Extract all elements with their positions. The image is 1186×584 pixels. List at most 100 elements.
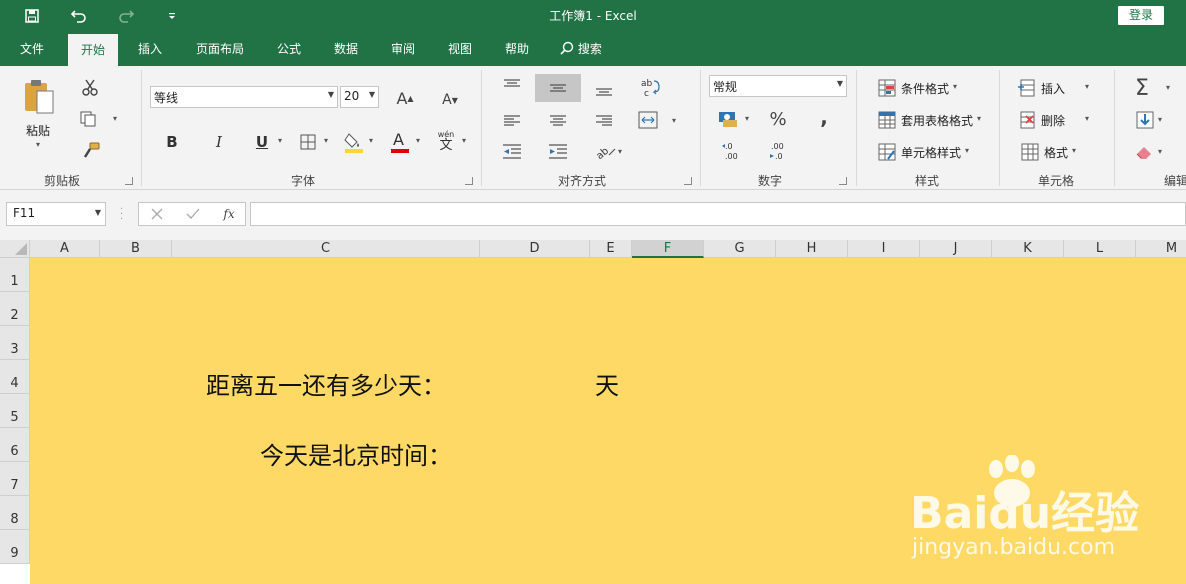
column-header-g[interactable]: G — [704, 240, 776, 258]
tab-review[interactable]: 审阅 — [391, 40, 415, 57]
format-as-table-label[interactable]: 套用表格格式 — [901, 112, 973, 129]
format-cells-icon[interactable] — [1020, 142, 1040, 162]
number-format-select[interactable]: 常规 ▼ — [709, 75, 847, 97]
insert-cells-label[interactable]: 插入 — [1041, 80, 1065, 97]
conditional-format-label[interactable]: 条件格式 — [901, 80, 949, 97]
cancel-entry-icon[interactable] — [149, 206, 165, 222]
insert-cells-icon[interactable] — [1016, 78, 1036, 98]
alignment-launcher-icon[interactable] — [684, 177, 692, 185]
cell-styles-icon[interactable] — [877, 142, 897, 162]
align-middle-icon[interactable] — [535, 74, 581, 102]
format-cells-dropdown-icon[interactable]: ▾ — [1072, 146, 1076, 155]
underline-button[interactable]: U — [252, 132, 272, 152]
tab-help[interactable]: 帮助 — [505, 40, 529, 57]
decrease-font-icon[interactable]: A ▼ — [439, 90, 461, 110]
decrease-decimal-icon[interactable]: .00.0 — [764, 140, 790, 162]
column-header-d[interactable]: D — [480, 240, 590, 258]
orientation-wrap-icon[interactable]: ab c — [636, 76, 664, 100]
merge-center-icon[interactable] — [636, 109, 660, 131]
row-header-8[interactable]: 8 — [0, 496, 30, 530]
phonetic-dropdown-icon[interactable]: ▾ — [462, 136, 466, 145]
decrease-indent-icon[interactable] — [500, 142, 524, 162]
align-top-icon[interactable] — [500, 76, 524, 94]
cell-e4[interactable]: 天 — [595, 366, 619, 401]
format-painter-icon[interactable] — [80, 140, 102, 162]
text-direction-dropdown-icon[interactable]: ▾ — [618, 147, 622, 156]
bold-button[interactable]: B — [162, 132, 182, 152]
align-center-icon[interactable] — [546, 112, 570, 130]
conditional-format-dropdown-icon[interactable]: ▾ — [953, 82, 957, 91]
format-as-table-icon[interactable] — [877, 110, 897, 130]
delete-cells-label[interactable]: 删除 — [1041, 112, 1065, 129]
align-left-icon[interactable] — [500, 112, 524, 130]
font-name-select[interactable]: 等线 ▼ — [150, 86, 338, 108]
tab-insert[interactable]: 插入 — [138, 40, 162, 57]
row-header-1[interactable]: 1 — [0, 258, 30, 292]
cell-styles-label[interactable]: 单元格样式 — [901, 144, 961, 161]
fill-color-icon[interactable] — [342, 130, 366, 154]
tab-file[interactable]: 文件 — [20, 40, 44, 57]
column-header-m[interactable]: M — [1136, 240, 1186, 258]
underline-dropdown-icon[interactable]: ▾ — [278, 136, 282, 145]
align-right-icon[interactable] — [592, 112, 616, 130]
cell-styles-dropdown-icon[interactable]: ▾ — [965, 146, 969, 155]
format-cells-label[interactable]: 格式 — [1044, 144, 1068, 161]
delete-cells-dropdown-icon[interactable]: ▾ — [1085, 114, 1089, 123]
row-header-6[interactable]: 6 — [0, 428, 30, 462]
paste-dropdown-icon[interactable]: ▾ — [36, 140, 40, 149]
column-header-e[interactable]: E — [590, 240, 632, 258]
format-as-table-dropdown-icon[interactable]: ▾ — [977, 114, 981, 123]
formula-input[interactable] — [250, 202, 1186, 226]
tab-page-layout[interactable]: 页面布局 — [196, 40, 244, 57]
paste-icon[interactable] — [18, 76, 60, 118]
login-button[interactable]: 登录 — [1118, 6, 1164, 25]
column-header-j[interactable]: J — [920, 240, 992, 258]
clipboard-launcher-icon[interactable] — [125, 177, 133, 185]
name-box[interactable]: F11 ▼ — [6, 202, 106, 226]
tab-data[interactable]: 数据 — [334, 40, 358, 57]
insert-cells-dropdown-icon[interactable]: ▾ — [1085, 82, 1089, 91]
row-header-9[interactable]: 9 — [0, 530, 30, 564]
tab-home[interactable]: 开始 — [68, 34, 119, 66]
currency-format-icon[interactable] — [716, 108, 742, 130]
increase-indent-icon[interactable] — [546, 142, 570, 162]
cell-c4[interactable]: 距离五一还有多少天： — [206, 366, 446, 401]
column-header-l[interactable]: L — [1064, 240, 1136, 258]
text-direction-icon[interactable]: ab — [594, 140, 618, 162]
formula-bar-grip[interactable]: · · · — [120, 205, 124, 225]
column-header-c[interactable]: C — [172, 240, 480, 258]
comma-style-button[interactable]: , — [812, 105, 836, 129]
cell-c6[interactable]: 今天是北京时间： — [260, 436, 452, 471]
copy-icon[interactable] — [78, 109, 98, 129]
italic-button[interactable]: I — [209, 132, 229, 152]
font-size-select[interactable]: 20 ▼ — [340, 86, 379, 108]
paste-label[interactable]: 粘贴 — [26, 122, 50, 139]
column-header-b[interactable]: B — [100, 240, 172, 258]
column-header-a[interactable]: A — [30, 240, 100, 258]
font-color-icon[interactable]: A — [389, 129, 411, 155]
column-header-h[interactable]: H — [776, 240, 848, 258]
fill-color-dropdown-icon[interactable]: ▾ — [369, 136, 373, 145]
tab-view[interactable]: 视图 — [448, 40, 472, 57]
select-all-button[interactable] — [0, 240, 30, 258]
borders-dropdown-icon[interactable]: ▾ — [324, 136, 328, 145]
phonetic-guide-icon[interactable]: wén 文 — [434, 128, 458, 154]
cut-icon[interactable] — [80, 78, 100, 98]
copy-dropdown-icon[interactable]: ▾ — [113, 114, 117, 123]
increase-font-icon[interactable]: A ▲ — [394, 88, 416, 108]
number-launcher-icon[interactable] — [839, 177, 847, 185]
row-header-3[interactable]: 3 — [0, 326, 30, 360]
currency-dropdown-icon[interactable]: ▾ — [745, 114, 749, 123]
clear-icon[interactable] — [1134, 142, 1156, 162]
font-color-dropdown-icon[interactable]: ▾ — [416, 136, 420, 145]
borders-icon[interactable] — [298, 132, 318, 152]
row-header-7[interactable]: 7 — [0, 462, 30, 496]
tell-me-search[interactable]: 搜索 — [560, 40, 602, 57]
row-header-5[interactable]: 5 — [0, 394, 30, 428]
conditional-format-icon[interactable] — [877, 78, 897, 98]
merge-dropdown-icon[interactable]: ▾ — [672, 116, 676, 125]
column-header-k[interactable]: K — [992, 240, 1064, 258]
autosum-dropdown-icon[interactable]: ▾ — [1166, 83, 1170, 92]
font-launcher-icon[interactable] — [465, 177, 473, 185]
tab-formulas[interactable]: 公式 — [277, 40, 301, 57]
